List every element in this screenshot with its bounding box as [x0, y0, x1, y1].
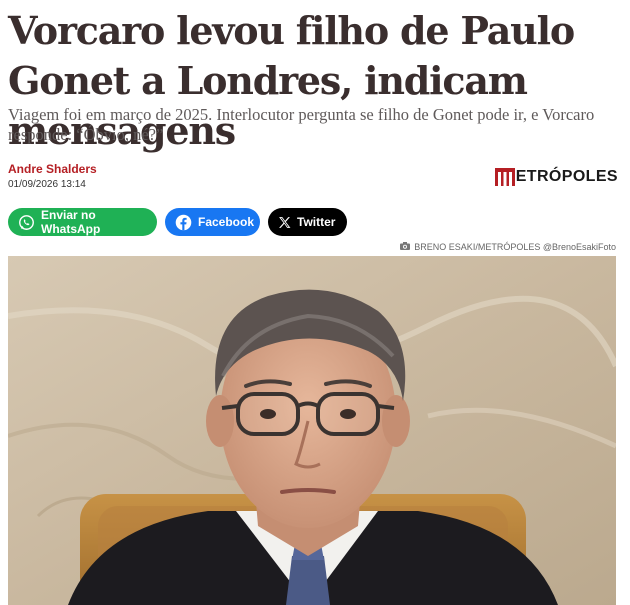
article-subtitle: Viagem foi em março de 2025. Interlocuto… — [8, 105, 595, 144]
author-link[interactable]: Andre Shalders — [8, 162, 97, 176]
facebook-icon — [175, 214, 192, 231]
logo-wordmark: ETRÓPOLES — [515, 168, 618, 185]
whatsapp-button-label: Enviar no WhatsApp — [41, 208, 101, 236]
photo-credit: BRENO ESAKI/METRÓPOLES @BrenoEsakiFoto — [400, 242, 616, 252]
x-icon — [278, 216, 291, 229]
whatsapp-icon — [18, 214, 35, 231]
twitter-share-button[interactable]: Twitter — [268, 208, 347, 236]
logo-m-mark — [494, 168, 515, 186]
twitter-button-label: Twitter — [297, 215, 336, 229]
share-bar: Enviar no WhatsApp Facebook Twitter — [8, 208, 347, 236]
facebook-button-label: Facebook — [198, 215, 255, 229]
facebook-share-button[interactable]: Facebook — [165, 208, 260, 236]
publish-date: 01/09/2026 13:14 — [8, 179, 86, 190]
whatsapp-share-button[interactable]: Enviar no WhatsApp — [8, 208, 157, 236]
photo-credit-text: BRENO ESAKI/METRÓPOLES @BrenoEsakiFoto — [414, 242, 616, 252]
metropoles-logo[interactable]: ETRÓPOLES — [494, 166, 618, 188]
article-photo — [8, 256, 616, 605]
camera-icon — [400, 242, 411, 252]
